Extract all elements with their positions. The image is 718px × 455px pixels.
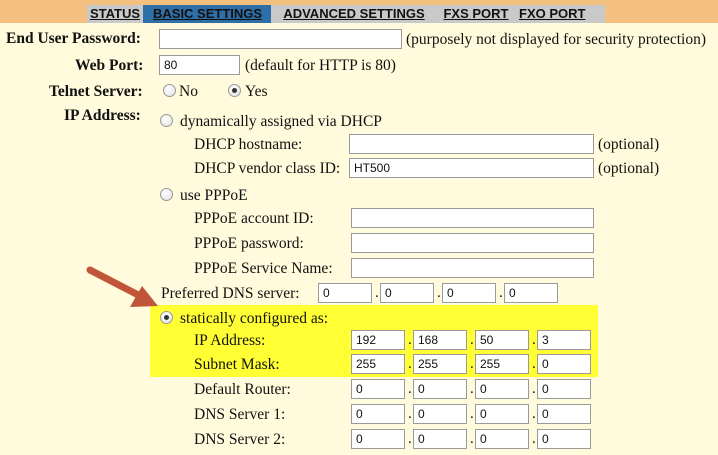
end-user-password-input[interactable]: [159, 29, 402, 49]
preferred-dns-octet-1[interactable]: [318, 283, 372, 303]
dot-separator: .: [532, 356, 536, 372]
pppoe-label: use PPPoE: [180, 187, 248, 204]
web-port-label: Web Port:: [75, 57, 144, 74]
tab-advanced-settings[interactable]: ADVANCED SETTINGS: [271, 5, 437, 23]
dot-separator: .: [470, 381, 474, 397]
tab-bar: STATUS BASIC SETTINGS ADVANCED SETTINGS …: [87, 5, 605, 23]
pppoe-password-input[interactable]: [351, 233, 594, 253]
top-nav-bar: STATUS BASIC SETTINGS ADVANCED SETTINGS …: [0, 0, 718, 23]
dns2-octet-2[interactable]: [413, 429, 467, 449]
dhcp-vendor-input[interactable]: [349, 158, 594, 178]
tab-fxs-port[interactable]: FXS PORT: [437, 5, 515, 23]
dns2-octet-1[interactable]: [351, 429, 405, 449]
preferred-dns-octet-3[interactable]: [442, 283, 496, 303]
dns2-octet-3[interactable]: [475, 429, 529, 449]
router-octet-3[interactable]: [475, 379, 529, 399]
dot-separator: .: [408, 332, 412, 348]
dot-separator: .: [470, 431, 474, 447]
web-port-note: (default for HTTP is 80): [245, 57, 396, 74]
dot-separator: .: [408, 356, 412, 372]
subnet-octet-4[interactable]: [537, 354, 591, 374]
dns-server-2-label: DNS Server 2:: [194, 431, 286, 448]
preferred-dns-octet-4[interactable]: [504, 283, 558, 303]
static-ip-octet-4[interactable]: [537, 330, 591, 350]
subnet-octet-1[interactable]: [351, 354, 405, 374]
pppoe-service-input[interactable]: [351, 258, 594, 278]
dot-separator: .: [470, 406, 474, 422]
ip-address-label: IP Address:: [64, 107, 141, 124]
telnet-no-radio[interactable]: [163, 84, 176, 97]
dhcp-hostname-label: DHCP hostname:: [194, 136, 303, 153]
default-router-label: Default Router:: [194, 381, 291, 398]
dot-separator: .: [532, 431, 536, 447]
static-ip-label: IP Address:: [194, 332, 266, 349]
static-ip-octet-3[interactable]: [475, 330, 529, 350]
subnet-octet-3[interactable]: [475, 354, 529, 374]
telnet-server-label: Telnet Server:: [49, 83, 143, 100]
dhcp-hostname-input[interactable]: [349, 134, 594, 154]
web-port-input[interactable]: [159, 55, 240, 75]
telnet-yes-radio[interactable]: [228, 84, 241, 97]
dhcp-vendor-label: DHCP vendor class ID:: [194, 160, 341, 177]
pppoe-account-label: PPPoE account ID:: [194, 210, 314, 227]
dot-separator: .: [532, 381, 536, 397]
dot-separator: .: [408, 406, 412, 422]
static-radio[interactable]: [160, 311, 173, 324]
dhcp-label: dynamically assigned via DHCP: [180, 113, 382, 130]
pppoe-password-label: PPPoE password:: [194, 235, 304, 252]
end-user-password-label: End User Password:: [6, 30, 141, 47]
pppoe-service-label: PPPoE Service Name:: [194, 260, 333, 277]
preferred-dns-label: Preferred DNS server:: [161, 285, 300, 302]
dot-separator: .: [408, 431, 412, 447]
dns1-octet-1[interactable]: [351, 404, 405, 424]
telnet-yes-label: Yes: [245, 83, 268, 100]
dot-separator: .: [375, 285, 379, 301]
end-user-password-note: (purposely not displayed for security pr…: [406, 31, 707, 48]
dns-server-1-label: DNS Server 1:: [194, 406, 286, 423]
dhcp-hostname-note: (optional): [598, 136, 660, 153]
dot-separator: .: [532, 406, 536, 422]
tab-basic-settings[interactable]: BASIC SETTINGS: [143, 5, 271, 23]
router-octet-4[interactable]: [537, 379, 591, 399]
static-ip-octet-2[interactable]: [413, 330, 467, 350]
preferred-dns-octet-2[interactable]: [380, 283, 434, 303]
subnet-octet-2[interactable]: [413, 354, 467, 374]
dns1-octet-2[interactable]: [413, 404, 467, 424]
dns2-octet-4[interactable]: [537, 429, 591, 449]
dot-separator: .: [437, 285, 441, 301]
subnet-mask-label: Subnet Mask:: [194, 356, 280, 373]
dot-separator: .: [499, 285, 503, 301]
static-label: statically configured as:: [180, 310, 329, 327]
dhcp-radio[interactable]: [160, 114, 173, 127]
dns1-octet-4[interactable]: [537, 404, 591, 424]
pppoe-account-input[interactable]: [351, 208, 594, 228]
router-octet-2[interactable]: [413, 379, 467, 399]
static-ip-octet-1[interactable]: [351, 330, 405, 350]
tab-status[interactable]: STATUS: [87, 5, 143, 23]
pppoe-radio[interactable]: [160, 188, 173, 201]
dot-separator: .: [470, 332, 474, 348]
dhcp-vendor-note: (optional): [598, 160, 660, 177]
dns1-octet-3[interactable]: [475, 404, 529, 424]
dot-separator: .: [408, 381, 412, 397]
telnet-no-label: No: [179, 83, 198, 100]
tab-fxo-port[interactable]: FXO PORT: [515, 5, 605, 23]
arrow-annotation-icon: [86, 266, 158, 307]
dot-separator: .: [470, 356, 474, 372]
router-octet-1[interactable]: [351, 379, 405, 399]
dot-separator: .: [532, 332, 536, 348]
